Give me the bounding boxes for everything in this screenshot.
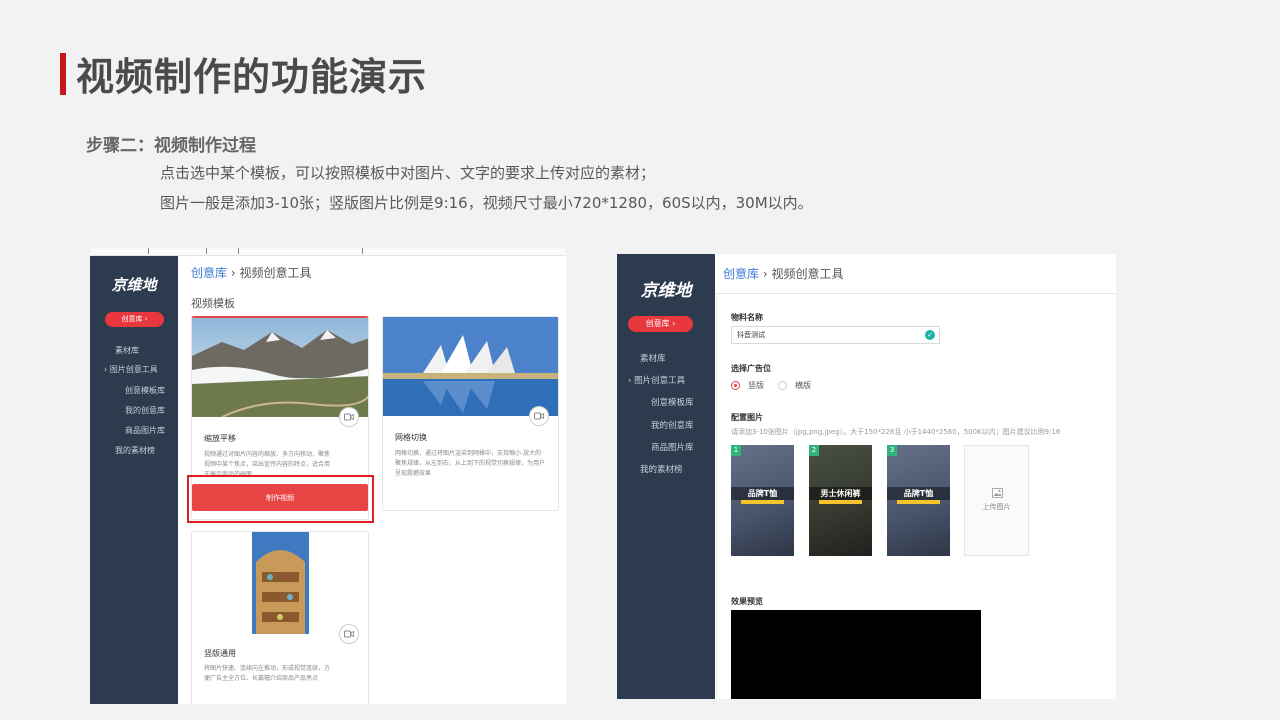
slogan-bar — [897, 500, 940, 504]
radio-horizontal[interactable]: 横版 — [778, 380, 811, 391]
uploaded-image-1[interactable]: 1 品牌T恤 — [731, 445, 794, 556]
browser-strip — [90, 248, 566, 256]
radio-vertical[interactable]: 竖版 — [731, 380, 764, 391]
radio-label: 横版 — [795, 381, 811, 390]
opera-house-thumbnail — [383, 317, 558, 416]
radio-unselected-icon — [778, 381, 787, 390]
breadcrumb-link-creative[interactable]: 创意库 — [723, 267, 759, 281]
template-card-grid-switch[interactable]: 网格切换 网格切换，通过将图片渲染到网格中，支持缩小-放大的聚焦规律，从左到右，… — [382, 316, 559, 511]
sidebar-item-my-materials[interactable]: 我的素材榜 — [115, 445, 155, 456]
upload-image-button[interactable]: 上传图片 — [964, 445, 1029, 556]
brand-logo: 京维地 — [640, 281, 692, 301]
brand-logo: 京维地 — [111, 276, 157, 294]
template-description: 将图片快速、连续向左推动，形成视觉连续，方便广告主全方位、长篇幅介绍商品产品亮点 — [204, 665, 330, 682]
slide-title-group: 视频制作的功能演示 — [60, 46, 427, 101]
sidebar-item-template-library[interactable]: 创意模板库 — [651, 396, 694, 408]
ad-position-label: 选择广告位 — [731, 364, 771, 373]
breadcrumb: 创意库 › 视频创意工具 — [191, 264, 311, 281]
radio-selected-icon — [731, 381, 740, 390]
breadcrumb-current: › 视频创意工具 — [227, 266, 312, 280]
sidebar: 京维地 创意库 › 素材库 › 图片创意工具 创意模板库 我的创意库 商品图片库… — [90, 256, 178, 704]
video-icon — [529, 406, 549, 426]
check-icon: ✓ — [925, 330, 935, 340]
slogan-bar — [819, 500, 862, 504]
creative-library-button[interactable]: 创意库 › — [105, 312, 164, 327]
template-list-screenshot: 京维地 创意库 › 素材库 › 图片创意工具 创意模板库 我的创意库 商品图片库… — [90, 248, 566, 704]
image-index: 1 — [731, 445, 741, 456]
mountain-thumbnail — [192, 318, 368, 417]
slide-title: 视频制作的功能演示 — [76, 55, 428, 99]
template-description: 视频通过对图片内容的缩放、多方向移动，聚焦视频中某个焦点，突出宣传内容的特点，适… — [204, 451, 331, 478]
sidebar-item-image-tool[interactable]: › 图片创意工具 — [628, 374, 685, 386]
highlight-frame — [187, 475, 374, 523]
sidebar-item-template-library[interactable]: 创意模板库 — [125, 385, 165, 396]
sidebar-item-product-images[interactable]: 商品图片库 — [651, 441, 694, 453]
image-index: 3 — [887, 445, 897, 456]
description-line-2: 图片一般是添加3-10张；竖版图片比例是9:16，视频尺寸最小720*1280，… — [160, 194, 813, 212]
material-name-value: 抖音测试 — [737, 331, 765, 339]
image-brand-text: 品牌T恤 — [731, 487, 794, 500]
uploaded-image-2[interactable]: 2 男士休闲裤 — [809, 445, 872, 556]
image-hint: 请添加3-10张图片（jpg,png,jpeg）。大于150*228且 小于14… — [731, 428, 1061, 436]
image-index: 2 — [809, 445, 819, 456]
sidebar-item-my-creatives[interactable]: 我的创意库 — [125, 405, 165, 416]
video-icon — [339, 624, 359, 644]
building-thumbnail — [252, 532, 309, 634]
sidebar-item-my-materials[interactable]: 我的素材榜 — [640, 463, 683, 475]
radio-label: 竖版 — [748, 381, 764, 390]
title-accent-bar — [60, 52, 66, 95]
video-preview[interactable] — [731, 610, 981, 699]
sidebar-item-materials[interactable]: 素材库 — [115, 345, 139, 356]
image-config-label: 配置图片 — [731, 413, 763, 422]
sidebar: 京维地 创意库 › 素材库 › 图片创意工具 创意模板库 我的创意库 商品图片库… — [617, 254, 715, 699]
template-description: 网格切换，通过将图片渲染到网格中，支持缩小-放大的聚焦规律，从左到右，从上到下的… — [395, 450, 545, 477]
image-brand-text: 品牌T恤 — [887, 487, 950, 500]
material-name-label: 物料名称 — [731, 313, 763, 322]
sidebar-item-product-images[interactable]: 商品图片库 — [125, 425, 165, 436]
section-title: 视频模板 — [191, 297, 235, 310]
video-icon — [339, 407, 359, 427]
breadcrumb-link-creative[interactable]: 创意库 — [191, 266, 227, 280]
step-heading: 步骤二：视频制作过程 — [86, 136, 256, 156]
template-title: 网格切换 — [395, 433, 427, 442]
sidebar-item-materials[interactable]: 素材库 — [640, 352, 666, 364]
uploaded-image-3[interactable]: 3 品牌T恤 — [887, 445, 950, 556]
template-title: 竖版通用 — [204, 649, 236, 658]
preview-label: 效果预览 — [731, 597, 763, 606]
sidebar-item-my-creatives[interactable]: 我的创意库 — [651, 419, 694, 431]
sidebar-item-image-tool[interactable]: › 图片创意工具 — [104, 364, 158, 375]
breadcrumb: 创意库 › 视频创意工具 — [723, 265, 843, 282]
description-line-1: 点击选中某个模板，可以按照模板中对图片、文字的要求上传对应的素材； — [160, 164, 656, 182]
template-card-vertical[interactable]: 竖版通用 将图片快速、连续向左推动，形成视觉连续，方便广告主全方位、长篇幅介绍商… — [191, 531, 369, 704]
template-title: 缩放平移 — [204, 434, 236, 443]
breadcrumb-current: › 视频创意工具 — [759, 267, 844, 281]
upload-label: 上传图片 — [982, 503, 1011, 511]
image-upload-icon — [992, 488, 1003, 498]
slogan-bar — [741, 500, 784, 504]
video-config-screenshot: 京维地 创意库 › 素材库 › 图片创意工具 创意模板库 我的创意库 商品图片库… — [617, 254, 1116, 699]
image-brand-text: 男士休闲裤 — [809, 487, 872, 500]
material-name-input[interactable]: 抖音测试 ✓ — [731, 326, 940, 344]
creative-library-button[interactable]: 创意库 › — [628, 316, 693, 332]
